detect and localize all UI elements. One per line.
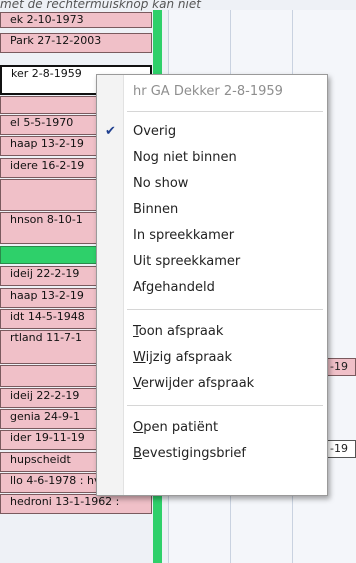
accelerator-key: W — [133, 350, 146, 365]
menu-item-label: Overig — [133, 124, 177, 139]
menu-item-label: ijzig afspraak — [145, 350, 232, 365]
appointment-block[interactable]: ek 2-10-1973 — [0, 12, 152, 28]
appointment-block[interactable]: Park 27-12-2003 — [0, 33, 152, 53]
menu-item-label: oon afspraak — [138, 324, 224, 339]
menu-item-binnen[interactable]: Binnen — [97, 197, 327, 223]
menu-item-label: In spreekkamer — [133, 228, 235, 243]
menu-item-overig[interactable]: ✔ Overig — [97, 119, 327, 145]
menu-item-label: evestigingsbrief — [141, 446, 247, 461]
menu-item-uit-spreekkamer[interactable]: Uit spreekkamer — [97, 249, 327, 275]
menu-item-label: Nog niet binnen — [133, 150, 237, 165]
accelerator-key: B — [133, 446, 142, 461]
menu-item-toon-afspraak[interactable]: Toon afspraak — [97, 319, 327, 345]
menu-item-bevestigingsbrief[interactable]: Bevestigingsbrief — [97, 441, 327, 467]
menu-item-no-show[interactable]: No show — [97, 171, 327, 197]
accelerator-key: O — [133, 420, 144, 435]
menu-item-label: pen patiënt — [143, 420, 219, 435]
appointment-block[interactable]: hedroni 13-1-1962 : — [0, 494, 152, 514]
accelerator-key: V — [133, 376, 141, 391]
menu-item-wijzig-afspraak[interactable]: Wijzig afspraak — [97, 345, 327, 371]
menu-separator — [127, 111, 323, 112]
appointment-block[interactable]: -19 — [327, 440, 356, 458]
menu-item-label: No show — [133, 176, 189, 191]
menu-item-verwijder-afspraak[interactable]: Verwijder afspraak — [97, 371, 327, 397]
menu-separator — [127, 405, 323, 406]
menu-item-afgehandeld[interactable]: Afgehandeld — [97, 275, 327, 301]
menu-item-in-spreekkamer[interactable]: In spreekkamer — [97, 223, 327, 249]
menu-item-label: Afgehandeld — [133, 280, 215, 295]
menu-item-open-patient[interactable]: Open patiënt — [97, 415, 327, 441]
menu-separator — [127, 309, 323, 310]
context-menu: hr GA Dekker 2-8-1959 ✔ Overig Nog niet … — [96, 74, 328, 496]
menu-item-nog-niet-binnen[interactable]: Nog niet binnen — [97, 145, 327, 171]
menu-item-label: Binnen — [133, 202, 179, 217]
check-icon: ✔ — [105, 124, 116, 139]
menu-header: hr GA Dekker 2-8-1959 — [133, 84, 283, 99]
menu-item-label: erwijder afspraak — [140, 376, 255, 391]
appointment-block[interactable]: -19 — [327, 358, 356, 376]
menu-item-label: Uit spreekkamer — [133, 254, 241, 269]
